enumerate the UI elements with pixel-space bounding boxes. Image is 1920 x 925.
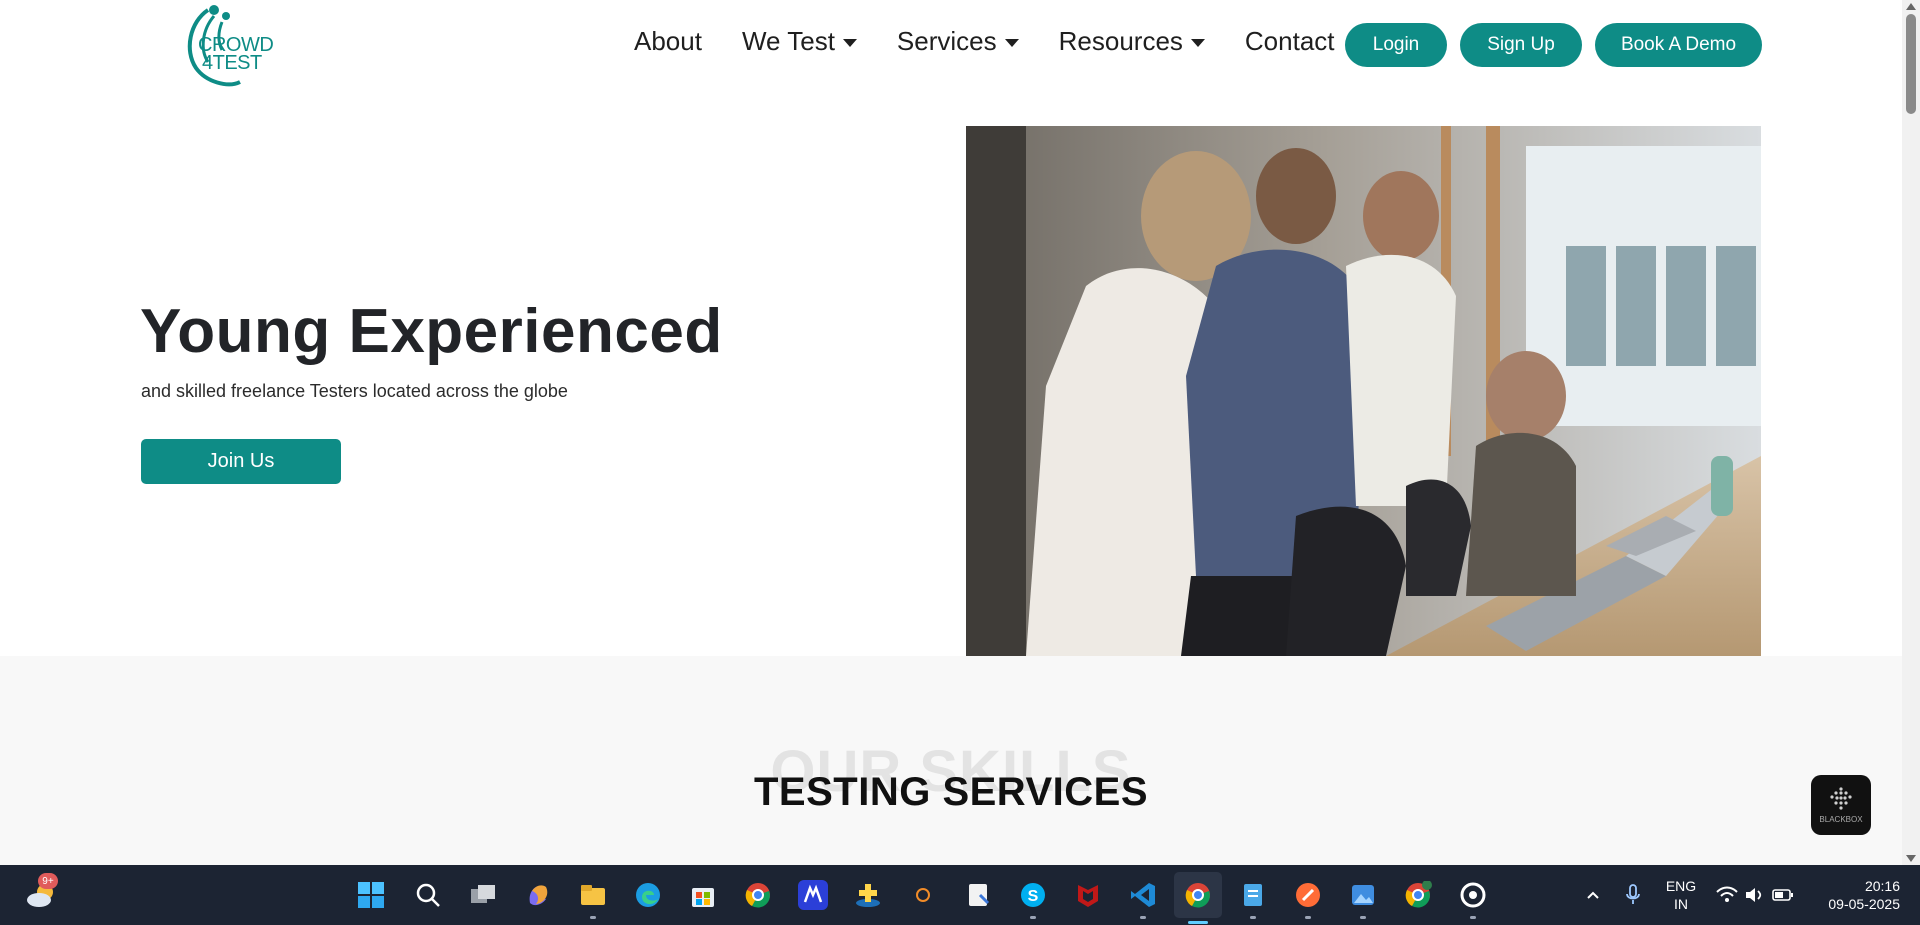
chrome-active-icon[interactable]: [1183, 880, 1213, 910]
nav-resources-label: Resources: [1058, 26, 1183, 56]
hero-title: Young Experienced: [140, 297, 723, 366]
scroll-up-arrow-icon[interactable]: [1906, 3, 1916, 10]
nav-services[interactable]: Services: [897, 26, 1019, 57]
file-explorer-icon[interactable]: [578, 880, 608, 919]
nav-services-label: Services: [896, 26, 997, 56]
nav-contact-label: Contact: [1244, 26, 1335, 56]
svg-text:S: S: [1028, 888, 1039, 905]
language-indicator[interactable]: ENG IN: [1660, 877, 1702, 913]
main-nav: About We Test Services Resources Contact: [634, 26, 1375, 57]
task-view-icon[interactable]: [468, 880, 498, 910]
photos-icon[interactable]: [1348, 880, 1378, 919]
caret-down-icon: [842, 38, 857, 47]
logo-line2: 4TEST: [202, 52, 262, 74]
skype-icon[interactable]: S: [1018, 880, 1048, 919]
scroll-thumb[interactable]: [1906, 14, 1916, 114]
skills-title: TESTING SERVICES: [753, 770, 1148, 814]
mcafee-icon[interactable]: [1073, 880, 1103, 910]
blackbox-label: BLACKBOX: [1819, 815, 1863, 824]
nav-contact[interactable]: Contact: [1245, 26, 1335, 57]
blackbox-widget[interactable]: BLACKBOX: [1811, 775, 1871, 835]
notepad-blue-icon[interactable]: [1238, 880, 1268, 919]
team-photo-illustration: [966, 126, 1761, 656]
active-app-indicator: [1188, 921, 1208, 924]
chrome-icon[interactable]: [743, 880, 773, 910]
clock-date: 09-05-2025: [1828, 896, 1900, 912]
app-m-icon[interactable]: [798, 880, 828, 910]
signup-button[interactable]: Sign Up: [1460, 23, 1582, 67]
hero-subtitle: and skilled freelance Testers located ac…: [141, 381, 568, 401]
join-us-button[interactable]: Join Us: [141, 439, 341, 484]
login-button[interactable]: Login: [1345, 23, 1447, 67]
browser-viewport: CROWD 4TEST About We Test Services Resou…: [0, 0, 1902, 865]
store-icon[interactable]: [688, 880, 718, 910]
nav-about-label: About: [634, 26, 702, 56]
crowd4test-logo[interactable]: CROWD 4TEST: [178, 2, 278, 88]
page-scrollbar[interactable]: [1902, 0, 1920, 865]
nav-about[interactable]: About: [634, 26, 702, 57]
nav-resources[interactable]: Resources: [1059, 26, 1205, 57]
hero-team-photo: [966, 126, 1761, 656]
app-circle-icon[interactable]: [1458, 880, 1488, 919]
nav-we-test-label: We Test: [741, 26, 835, 56]
show-hidden-icons-chevron-icon[interactable]: [1578, 880, 1608, 910]
clock[interactable]: 20:16 09-05-2025: [1810, 877, 1900, 913]
chrome-s-icon[interactable]: [1403, 880, 1433, 910]
caret-down-icon: [1004, 38, 1019, 47]
volume-icon[interactable]: [1740, 880, 1770, 910]
windows-taskbar: 9+ S ENG IN 20:16 09-05-2025: [0, 865, 1920, 925]
edge-icon[interactable]: [633, 880, 663, 910]
vscode-icon[interactable]: [1128, 880, 1158, 919]
caret-down-icon: [1190, 38, 1205, 47]
app-o-icon[interactable]: [908, 880, 938, 910]
wifi-icon[interactable]: [1712, 880, 1742, 910]
postman-icon[interactable]: [1293, 880, 1323, 919]
battery-icon[interactable]: [1768, 880, 1798, 910]
search-icon[interactable]: [413, 880, 443, 910]
blackbox-logo-icon: [1830, 787, 1852, 810]
start-icon[interactable]: [356, 880, 386, 910]
logo-wordmark: CROWD 4TEST: [198, 35, 274, 74]
app-plus-icon[interactable]: [853, 880, 883, 910]
language-line2: IN: [1674, 896, 1688, 912]
skills-section: OUR SKILLS TESTING SERVICES: [0, 656, 1902, 865]
weather-badge: 9+: [38, 873, 58, 889]
language-line1: ENG: [1665, 878, 1697, 894]
scroll-down-arrow-icon[interactable]: [1906, 855, 1916, 862]
notepad-icon[interactable]: [963, 880, 993, 910]
book-demo-button[interactable]: Book A Demo: [1595, 23, 1762, 67]
nav-we-test[interactable]: We Test: [742, 26, 857, 57]
microphone-icon[interactable]: [1618, 880, 1648, 910]
clock-time: 20:16: [1864, 878, 1900, 894]
copilot-icon[interactable]: [523, 880, 553, 910]
